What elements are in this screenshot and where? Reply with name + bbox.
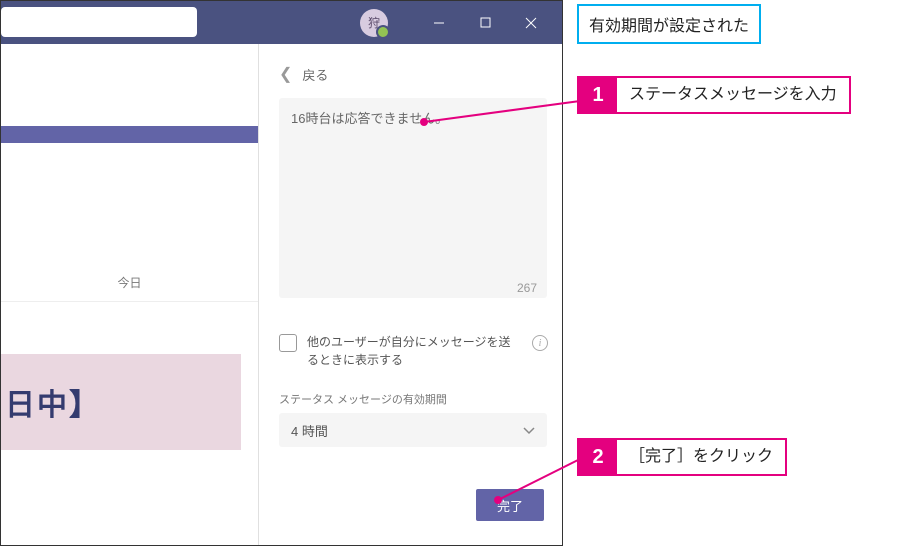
step-number: 1 <box>579 78 617 112</box>
search-input[interactable] <box>1 7 197 37</box>
date-separator: 今日 <box>1 274 258 302</box>
step-text: ステータスメッセージを入力 <box>617 78 849 112</box>
chevron-down-icon <box>523 423 535 438</box>
close-button[interactable] <box>508 1 554 44</box>
status-message-panel: ❮ 戻る 267 他のユーザーが自分にメッセージを送るときに表示する i ステー… <box>259 44 563 546</box>
close-icon <box>525 17 537 29</box>
avatar[interactable]: 狩 <box>360 9 388 37</box>
status-message-input[interactable] <box>279 98 547 298</box>
show-when-message-row: 他のユーザーが自分にメッセージを送るときに表示する i <box>279 333 548 369</box>
titlebar: 狩 <box>1 1 562 44</box>
callout-info: 有効期間が設定された <box>577 4 761 44</box>
step-number: 2 <box>579 440 617 474</box>
content-left-pane: 今日 日中】 <box>1 44 259 546</box>
header-strip <box>1 126 258 143</box>
step-text: ［完了］をクリック <box>617 440 785 474</box>
app-window: 狩 今日 日中】 ❮ 戻る 267 他のユーザーが自分にメッセージを送るときに表… <box>0 0 563 546</box>
back-button[interactable]: ❮ 戻る <box>279 64 548 84</box>
maximize-button[interactable] <box>462 1 508 44</box>
maximize-icon <box>480 17 491 28</box>
checkbox-label: 他のユーザーが自分にメッセージを送るときに表示する <box>307 333 522 369</box>
callout-step-2: 2 ［完了］をクリック <box>577 438 787 476</box>
minimize-button[interactable] <box>416 1 462 44</box>
minimize-icon <box>433 17 445 29</box>
done-button[interactable]: 完了 <box>476 489 544 521</box>
banner-text: 日中】 <box>1 354 241 450</box>
expiry-section-label: ステータス メッセージの有効期間 <box>279 391 548 407</box>
expiry-value: 4 時間 <box>291 421 328 440</box>
callout-step-1: 1 ステータスメッセージを入力 <box>577 76 851 114</box>
expiry-dropdown[interactable]: 4 時間 <box>279 413 547 447</box>
back-label: 戻る <box>302 65 328 84</box>
info-icon[interactable]: i <box>532 335 548 351</box>
char-count: 267 <box>517 281 537 295</box>
show-when-message-checkbox[interactable] <box>279 334 297 352</box>
message-input-wrap: 267 <box>279 98 547 303</box>
chevron-left-icon: ❮ <box>279 64 292 84</box>
